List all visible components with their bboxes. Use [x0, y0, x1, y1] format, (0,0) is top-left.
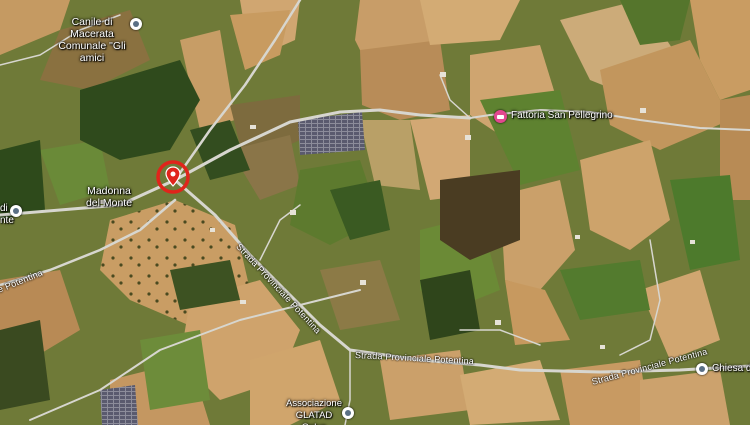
left-edge-label-bottom: nte: [0, 215, 14, 226]
farm-poi-icon[interactable]: [494, 110, 507, 123]
canile-label[interactable]: Canile di Macerata Comunale "Gli amici: [52, 16, 132, 64]
chiesa-label[interactable]: Chiesa di: [712, 363, 750, 375]
fattoria-label[interactable]: Fattoria San Pellegrino: [511, 110, 613, 122]
map-canvas[interactable]: Canile di Macerata Comunale "Gli amici M…: [0, 0, 750, 425]
church-poi-icon[interactable]: [696, 363, 708, 375]
location-marker-icon[interactable]: [155, 159, 191, 195]
madonna-del-monte-label[interactable]: Madonna del Monte: [82, 185, 136, 209]
association-poi-icon[interactable]: [342, 407, 354, 419]
associazione-label[interactable]: Associazione GLATAD Onlus: [286, 398, 342, 425]
left-edge-label-top: di: [0, 203, 8, 214]
